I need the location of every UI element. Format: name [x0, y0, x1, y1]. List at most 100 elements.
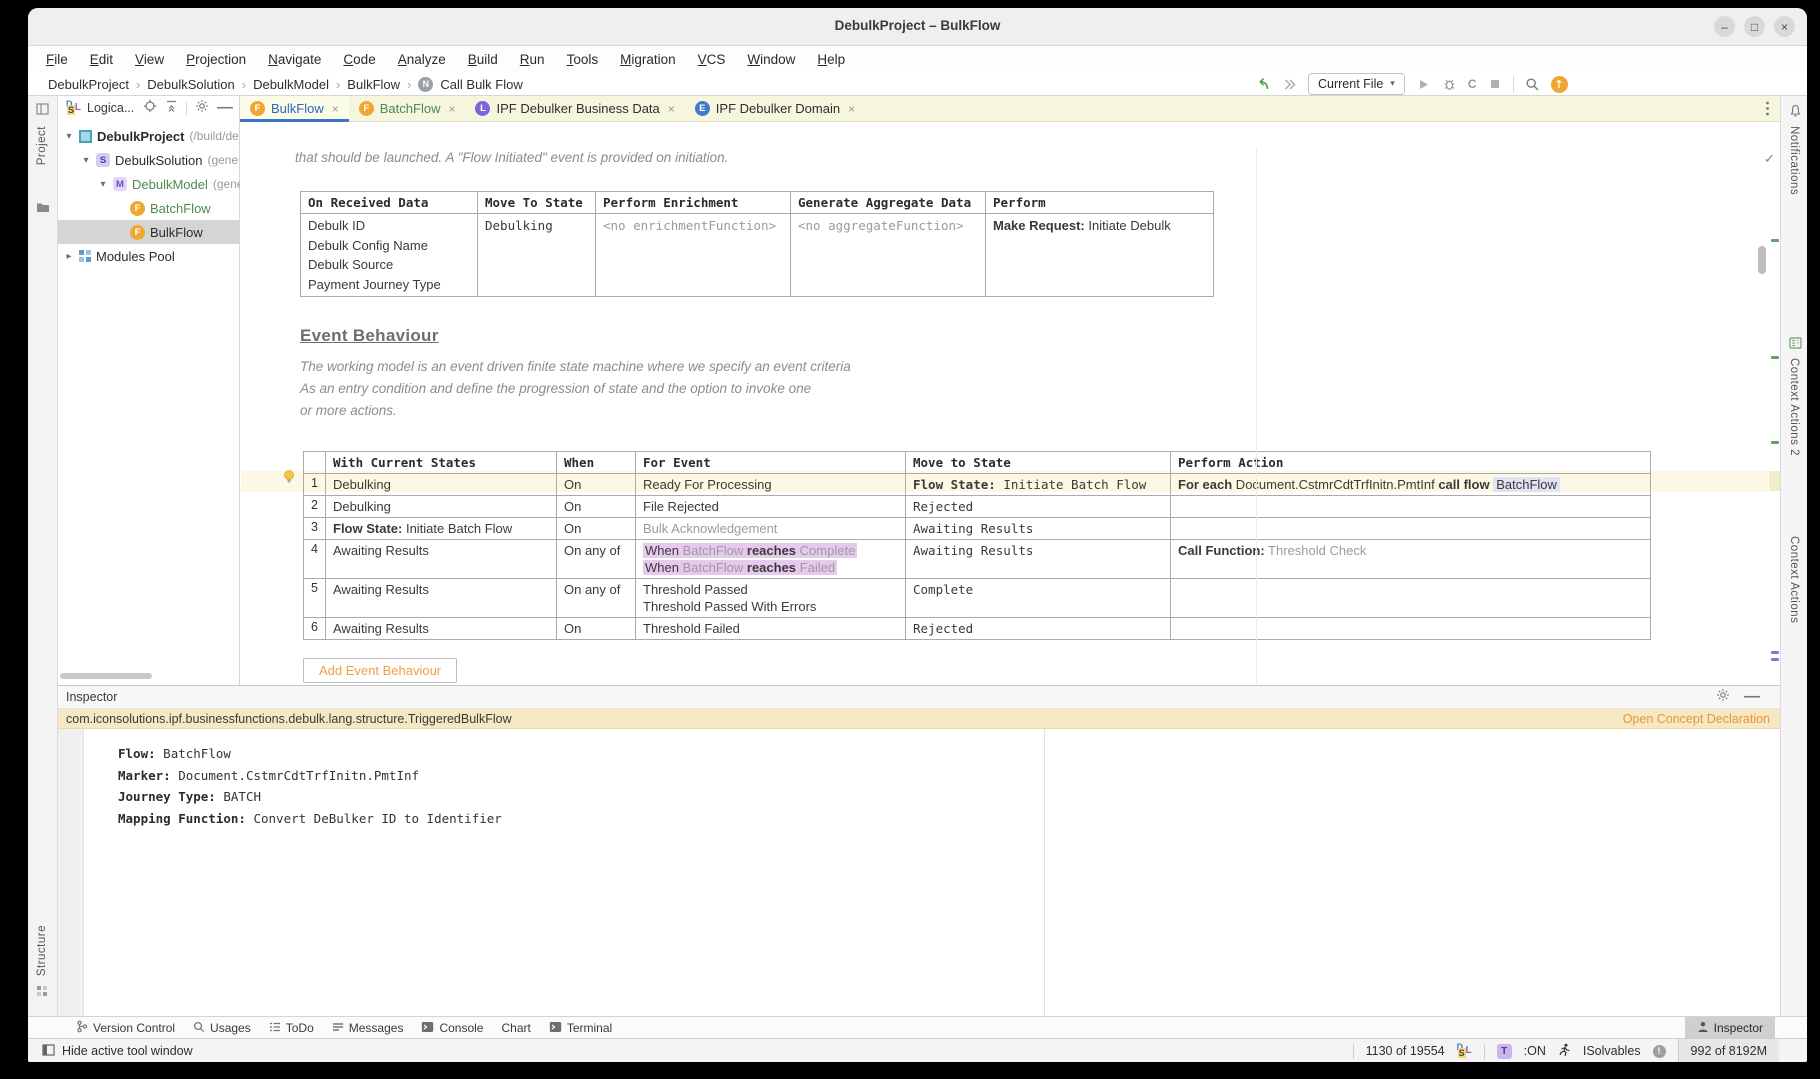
tree-chevron-icon[interactable]: ▸ — [64, 251, 74, 262]
doc-header-cell[interactable]: With Current States — [326, 452, 557, 474]
menu-item-edit[interactable]: Edit — [90, 52, 113, 67]
close-icon[interactable]: × — [448, 102, 455, 116]
update-available-icon[interactable]: ↑ — [1551, 76, 1568, 93]
editor-scrollbar-thumb[interactable] — [1758, 246, 1766, 274]
toolwindow-tab-console[interactable]: Console — [421, 1021, 483, 1036]
menu-item-vcs[interactable]: VCS — [698, 52, 726, 67]
typesystem-toggle-icon[interactable]: T — [1497, 1044, 1512, 1059]
doc-cell[interactable]: Debulk IDDebulk Config NameDebulk Source… — [301, 214, 478, 297]
menu-item-migration[interactable]: Migration — [620, 52, 676, 67]
tab-options-icon[interactable] — [1761, 100, 1774, 122]
stripe-mark-green[interactable] — [1771, 239, 1779, 242]
doc-cell[interactable]: File Rejected — [636, 496, 906, 518]
menu-item-projection[interactable]: Projection — [186, 52, 246, 67]
solvables-indicator[interactable]: ISolvables — [1583, 1044, 1641, 1058]
stop-icon[interactable] — [1488, 77, 1502, 91]
doc-cell[interactable]: Flow State: Initiate Batch Flow — [326, 518, 557, 540]
doc-cell[interactable]: <no aggregateFunction> — [791, 214, 986, 297]
add-event-behaviour-button[interactable]: Add Event Behaviour — [303, 658, 457, 683]
tree-item-modules-pool[interactable]: ▸Modules Pool — [58, 244, 239, 268]
tab-ipf-debulker-domain[interactable]: EIPF Debulker Domain× — [685, 96, 865, 121]
search-everywhere-icon[interactable] — [1525, 77, 1540, 92]
field-value[interactable]: BATCH — [216, 789, 261, 804]
doc-cell[interactable]: Ready For Processing — [636, 474, 906, 496]
doc-header-cell[interactable]: On Received Data — [301, 192, 478, 214]
doc-cell[interactable]: Rejected — [906, 618, 1171, 640]
doc-header-cell[interactable] — [304, 452, 326, 474]
breadcrumb-debulksolution[interactable]: DebulkSolution — [147, 77, 234, 92]
editor-canvas[interactable]: that should be launched. A "Flow Initiat… — [240, 122, 1780, 685]
doc-header-cell[interactable]: Move to State — [906, 452, 1171, 474]
hide-panel-icon[interactable]: — — [217, 99, 233, 117]
doc-cell[interactable]: Threshold PassedThreshold Passed With Er… — [636, 579, 906, 618]
intention-bulb-icon[interactable] — [282, 469, 296, 489]
doc-header-cell[interactable]: Move To State — [478, 192, 596, 214]
doc-cell[interactable] — [1171, 518, 1651, 540]
tree-item-batchflow[interactable]: FBatchFlow — [58, 196, 239, 220]
doc-cell[interactable]: Bulk Acknowledgement — [636, 518, 906, 540]
toolwindow-tab-version-control[interactable]: Version Control — [76, 1020, 175, 1036]
run-configuration-select[interactable]: Current File ▾ — [1308, 73, 1405, 95]
doc-cell[interactable]: Awaiting Results — [906, 518, 1171, 540]
tree-item-bulkflow[interactable]: FBulkFlow — [58, 220, 239, 244]
folder-icon[interactable] — [36, 200, 50, 218]
tree-item-debulkproject[interactable]: ▾DebulkProject(/build/de — [58, 124, 239, 148]
tree-chevron-icon[interactable]: ▾ — [98, 179, 108, 190]
memory-indicator[interactable]: 992 of 8192M — [1678, 1039, 1779, 1062]
menu-item-window[interactable]: Window — [747, 52, 795, 67]
tool-stripe-context-actions[interactable]: Context Actions — [1788, 536, 1800, 623]
minimize-button[interactable]: – — [1714, 16, 1735, 37]
close-icon[interactable]: × — [848, 102, 855, 116]
tree-chevron-icon[interactable]: ▾ — [81, 155, 91, 166]
breadcrumb-bulkflow[interactable]: BulkFlow — [347, 77, 400, 92]
doc-cell[interactable]: When BatchFlow reaches CompleteWhen Batc… — [636, 540, 906, 579]
menu-item-analyze[interactable]: Analyze — [398, 52, 446, 67]
doc-header-cell[interactable]: Generate Aggregate Data — [791, 192, 986, 214]
status-hide-toolwindow[interactable]: Hide active tool window — [42, 1039, 193, 1062]
tool-stripe-structure[interactable]: Structure — [36, 925, 48, 976]
doc-cell[interactable]: On — [557, 518, 636, 540]
tab-bulkflow[interactable]: FBulkFlow× — [240, 96, 349, 121]
doc-cell[interactable]: Debulking — [326, 474, 557, 496]
tree-item-debulksolution[interactable]: ▾SDebulkSolution(gene — [58, 148, 239, 172]
tab-ipf-debulker-business-data[interactable]: LIPF Debulker Business Data× — [465, 96, 684, 121]
debug-icon[interactable] — [1442, 77, 1457, 92]
menu-item-file[interactable]: File — [46, 52, 68, 67]
toolwindow-tab-todo[interactable]: ToDo — [269, 1021, 314, 1036]
toolwindow-tab-chart[interactable]: Chart — [501, 1021, 530, 1035]
stripe-mark-purple[interactable] — [1771, 651, 1779, 654]
typesystem-toggle-state[interactable]: :ON — [1524, 1044, 1546, 1058]
doc-cell[interactable]: Rejected — [906, 496, 1171, 518]
breadcrumb-debulkmodel[interactable]: DebulkModel — [253, 77, 329, 92]
run-icon[interactable] — [1416, 77, 1431, 92]
caret-position-indicator[interactable]: 1130 of 19554 — [1366, 1044, 1445, 1058]
toolwindow-tab-terminal[interactable]: Terminal — [549, 1021, 612, 1036]
doc-cell[interactable]: On any of — [557, 540, 636, 579]
doc-cell[interactable] — [1171, 618, 1651, 640]
menu-item-run[interactable]: Run — [520, 52, 545, 67]
doc-header-cell[interactable]: For Event — [636, 452, 906, 474]
doc-header-cell[interactable]: Perform Enrichment — [596, 192, 791, 214]
doc-cell[interactable]: Debulking — [478, 214, 596, 297]
doc-header-cell[interactable]: When — [557, 452, 636, 474]
tool-stripe-notifications[interactable]: Notifications — [1788, 126, 1800, 195]
stripe-mark-green[interactable] — [1771, 441, 1779, 444]
doc-cell[interactable]: Call Function: Threshold Check — [1171, 540, 1651, 579]
doc-cell[interactable] — [1171, 579, 1651, 618]
breadcrumb-debulkproject[interactable]: DebulkProject — [48, 77, 129, 92]
open-concept-declaration-link[interactable]: Open Concept Declaration — [1623, 712, 1770, 726]
toolwindow-tab-inspector[interactable]: Inspector — [1685, 1017, 1775, 1039]
doc-cell[interactable]: <no enrichmentFunction> — [596, 214, 791, 297]
doc-cell[interactable]: Threshold Failed — [636, 618, 906, 640]
tab-batchflow[interactable]: FBatchFlow× — [349, 96, 466, 121]
collapse-all-icon[interactable] — [165, 99, 178, 117]
toolwindow-tab-messages[interactable]: Messages — [332, 1021, 404, 1036]
doc-cell[interactable]: Awaiting Results — [906, 540, 1171, 579]
menu-item-build[interactable]: Build — [468, 52, 498, 67]
field-value[interactable]: Convert DeBulker ID to Identifier — [246, 811, 502, 826]
close-button[interactable]: × — [1774, 16, 1795, 37]
doc-cell[interactable]: Make Request: Initiate Debulk — [986, 214, 1214, 297]
doc-cell[interactable]: For each Document.CstmrCdtTrfInitn.PmtIn… — [1171, 474, 1651, 496]
menu-item-help[interactable]: Help — [817, 52, 845, 67]
doc-cell[interactable]: Awaiting Results — [326, 540, 557, 579]
